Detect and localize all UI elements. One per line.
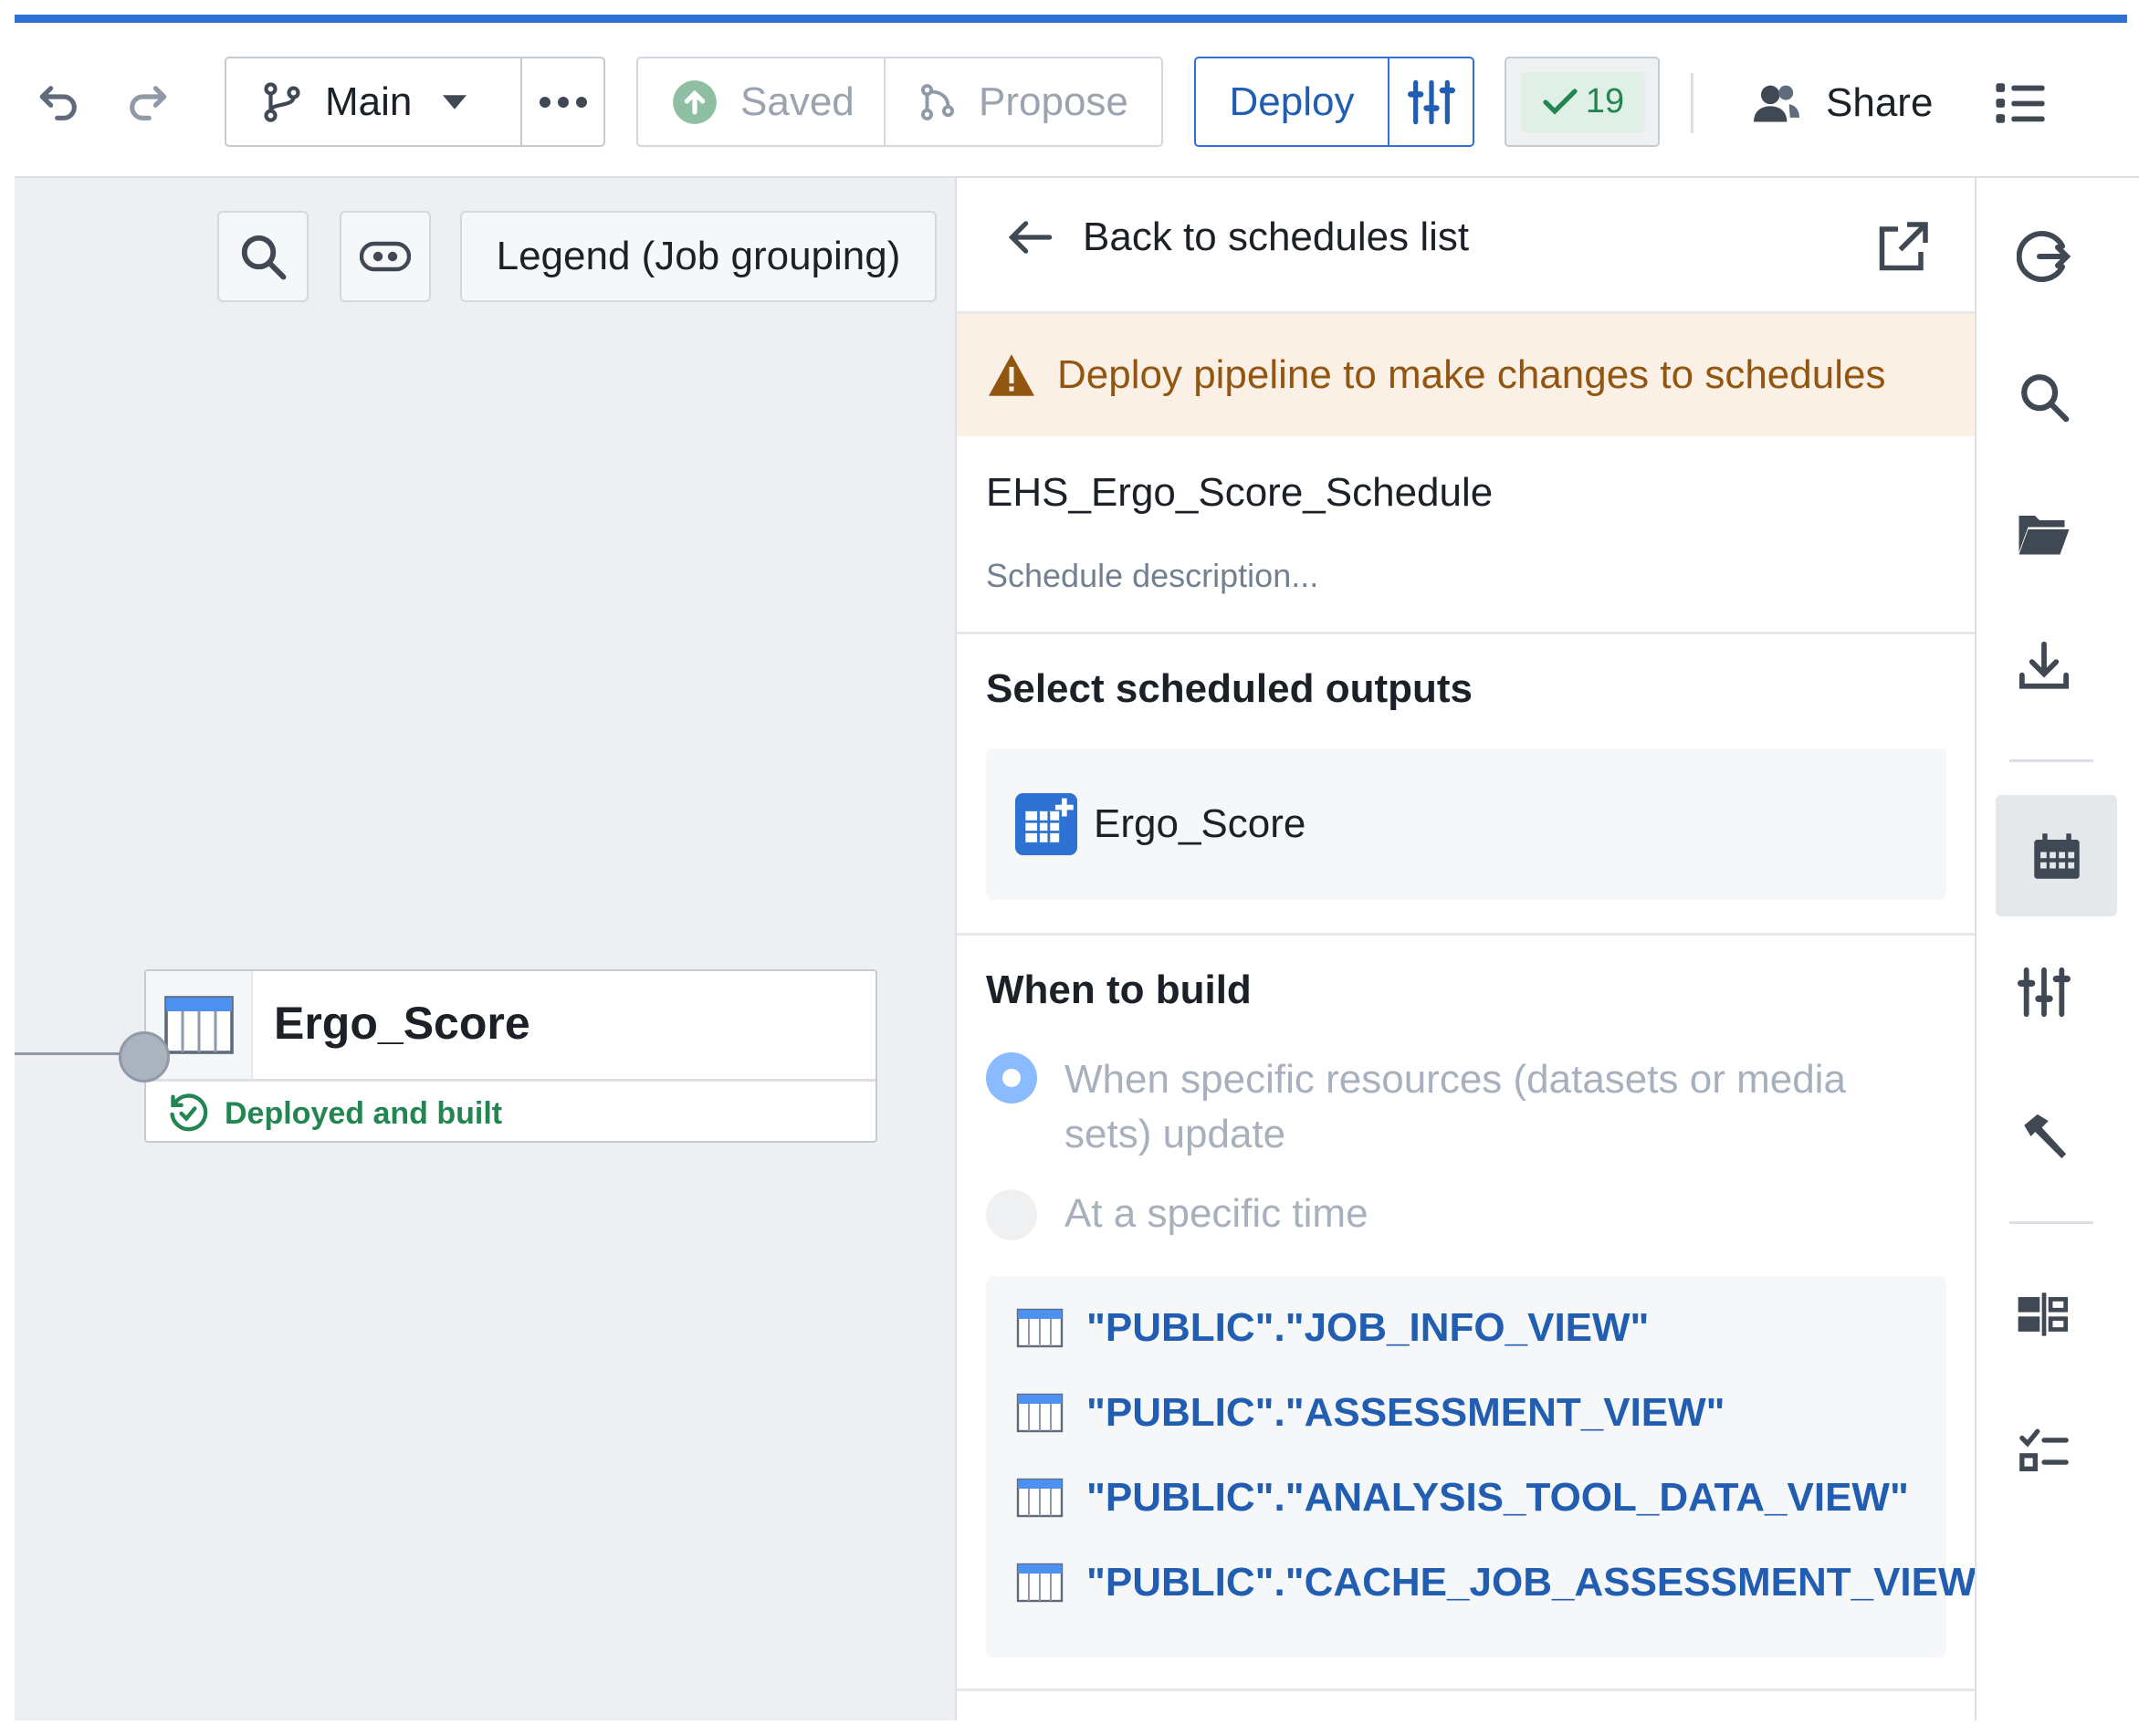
radio-specific-time[interactable] (986, 1189, 1037, 1240)
resource-label: "PUBLIC"."JOB_INFO_VIEW" (1086, 1305, 1650, 1350)
share-label: Share (1826, 80, 1934, 125)
dataset-node[interactable]: Ergo_Score Deployed and built (144, 969, 877, 1143)
branch-label: Main (325, 78, 413, 124)
warning-callout: Deploy pipeline to make changes to sched… (957, 314, 1975, 436)
log-out-icon[interactable] (1998, 211, 2090, 302)
back-label: Back to schedules list (1083, 214, 1470, 259)
share-external-icon[interactable] (1875, 220, 1930, 275)
back-to-list-link[interactable]: Back to schedules list (1006, 214, 1469, 260)
outputs-section-title: Select scheduled outputs (986, 666, 1473, 711)
checklist-icon[interactable] (1998, 1406, 2090, 1497)
resource-label: "PUBLIC"."ASSESSMENT_VIEW" (1086, 1390, 1725, 1435)
git-branch-icon (259, 78, 305, 127)
resource-item[interactable]: "PUBLIC"."ASSESSMENT_VIEW" (1015, 1390, 1725, 1436)
resource-item[interactable]: "PUBLIC"."CACHE_JOB_ASSESSMENT_VIEW" (1015, 1560, 1995, 1605)
toolbar-divider (1691, 73, 1693, 133)
eye-toggle-icon (360, 241, 411, 272)
propose-button[interactable]: Propose (886, 78, 1161, 127)
branch-selector[interactable]: Main (225, 57, 605, 147)
save-propose-group: Saved Propose (636, 57, 1163, 147)
node-title: Ergo_Score (274, 998, 530, 1049)
deploy-settings-button[interactable] (1389, 78, 1473, 126)
tick-icon (1542, 87, 1578, 118)
more-horizontal-icon[interactable] (522, 96, 603, 109)
dataset-table-icon (1015, 1308, 1064, 1348)
right-rail (1975, 178, 2139, 1720)
dataset-table-icon (1015, 1393, 1064, 1433)
upload-circle-icon (671, 78, 718, 126)
sliders-icon[interactable] (1998, 946, 2090, 1038)
hammer-icon[interactable] (1998, 1091, 2090, 1182)
resource-label: "PUBLIC"."ANALYSIS_TOOL_DATA_VIEW" (1086, 1475, 1909, 1520)
radio-resources-update-label: When specific resources (datasets or med… (1064, 1057, 1846, 1156)
branch-dropdown[interactable]: Main (226, 58, 522, 145)
deploy-button[interactable]: Deploy (1196, 58, 1389, 145)
node-input-port[interactable] (119, 1031, 170, 1082)
saved-label: Saved (740, 78, 855, 124)
caret-down-icon (443, 94, 467, 110)
history-check-icon (168, 1093, 208, 1134)
radio-specific-time-label: At a specific time (1064, 1191, 1368, 1236)
radio-resources-update[interactable] (986, 1052, 1037, 1103)
resource-item[interactable]: "PUBLIC"."ANALYSIS_TOOL_DATA_VIEW" (1015, 1475, 1909, 1521)
node-status-label: Deployed and built (225, 1095, 503, 1131)
dataset-table-icon (1015, 1478, 1064, 1518)
download-icon[interactable] (1998, 621, 2090, 712)
canvas-view-toggle-button[interactable] (340, 211, 431, 302)
dataset-add-icon (1015, 793, 1077, 855)
legend-button[interactable]: Legend (Job grouping) (460, 211, 937, 302)
search-icon (238, 232, 288, 281)
top-accent-bar (15, 15, 2127, 23)
when-to-build-title: When to build (986, 967, 1252, 1012)
outputs-list: Ergo_Score (986, 748, 1946, 900)
search-icon[interactable] (1998, 351, 2090, 443)
people-icon (1751, 80, 1802, 126)
deploy-group: Deploy (1194, 57, 1474, 147)
share-button[interactable]: Share (1751, 71, 1933, 135)
graph-canvas[interactable]: Legend (Job grouping) (15, 178, 955, 1720)
schedule-panel: Back to schedules list Deploy pipeline t… (955, 178, 1995, 1720)
canvas-search-button[interactable] (217, 211, 309, 302)
warning-text: Deploy pipeline to make changes to sched… (1057, 352, 1886, 397)
properties-icon[interactable] (1988, 71, 2052, 135)
node-status: Deployed and built (168, 1093, 502, 1134)
saved-button[interactable]: Saved (638, 58, 886, 145)
folder-open-icon[interactable] (1998, 488, 2090, 580)
output-item[interactable]: Ergo_Score (1015, 793, 1305, 855)
output-label: Ergo_Score (1094, 801, 1306, 846)
deploy-label: Deploy (1229, 78, 1355, 124)
dataset-table-icon (1015, 1563, 1064, 1603)
schedule-name[interactable]: EHS_Ergo_Score_Schedule (986, 470, 1493, 516)
propose-label: Propose (979, 78, 1128, 124)
resource-item[interactable]: "PUBLIC"."JOB_INFO_VIEW" (1015, 1305, 1649, 1351)
checks-count: 19 (1585, 82, 1625, 120)
trigger-resources-list: "PUBLIC"."JOB_INFO_VIEW" "PUBLIC"."ASSES… (986, 1276, 1995, 1658)
sliders-icon (1407, 78, 1455, 126)
arrow-left-icon (1006, 217, 1054, 257)
redo-icon[interactable] (115, 71, 179, 135)
calendar-icon[interactable] (1996, 795, 2117, 916)
undo-icon[interactable] (27, 71, 91, 135)
git-pull-icon (917, 78, 959, 127)
resource-label: "PUBLIC"."CACHE_JOB_ASSESSMENT_VIEW" (1086, 1560, 1996, 1605)
warning-sign-icon (986, 352, 1037, 398)
schedule-description-field[interactable]: Schedule description... (986, 557, 1318, 595)
align-icon[interactable] (1998, 1269, 2090, 1360)
legend-label: Legend (Job grouping) (496, 234, 901, 278)
checks-button[interactable]: 19 (1505, 57, 1660, 147)
